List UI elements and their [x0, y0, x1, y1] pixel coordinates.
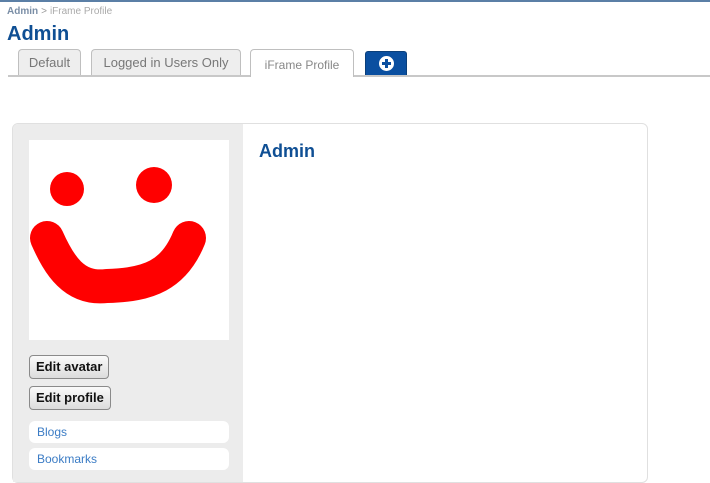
add-tab-button[interactable]: [365, 51, 407, 75]
plus-circle-icon: [379, 56, 394, 71]
avatar: [29, 140, 229, 340]
tab-bar: Default Logged in Users Only iFrame Prof…: [0, 49, 710, 77]
profile-sidebar: Edit avatar Edit profile Blogs Bookmarks: [13, 124, 243, 482]
avatar-smile: [30, 221, 206, 304]
avatar-left-eye: [50, 172, 84, 206]
tab-default[interactable]: Default: [18, 49, 81, 75]
top-border-line: [0, 0, 710, 2]
breadcrumb-current: iFrame Profile: [49, 6, 113, 17]
breadcrumb-parent-link[interactable]: Admin: [7, 6, 38, 17]
profile-name-heading: Admin: [259, 141, 315, 161]
tab-iframe-profile[interactable]: iFrame Profile: [250, 49, 354, 77]
edit-profile-button[interactable]: Edit profile: [29, 386, 111, 410]
sidebar-link-blogs[interactable]: Blogs: [29, 421, 229, 443]
page-title: Admin: [7, 23, 70, 45]
edit-avatar-button[interactable]: Edit avatar: [29, 355, 110, 379]
breadcrumb-separator: >: [41, 6, 47, 17]
tab-logged-in-users-only[interactable]: Logged in Users Only: [91, 49, 241, 75]
avatar-right-eye: [136, 167, 172, 203]
breadcrumb: Admin > iFrame Profile: [7, 6, 112, 17]
profile-box: Edit avatar Edit profile Blogs Bookmarks…: [12, 123, 648, 483]
smiley-face-drawing: [30, 167, 206, 304]
